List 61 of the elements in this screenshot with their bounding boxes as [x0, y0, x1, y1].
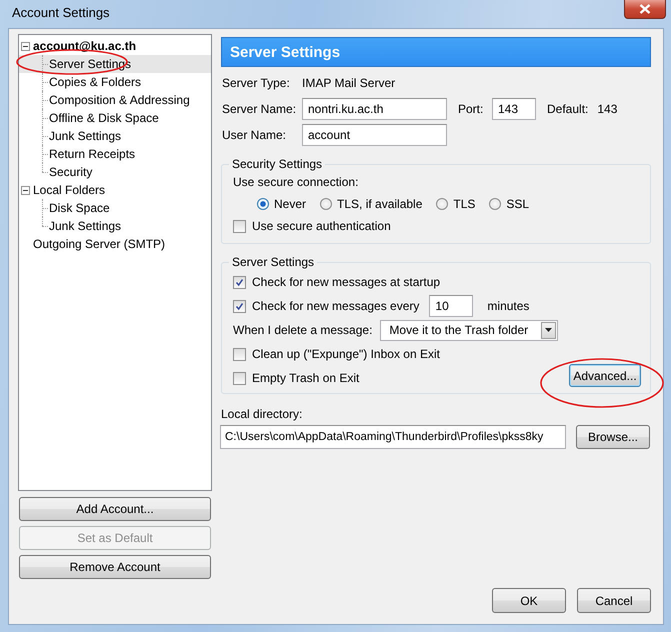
group-title: Server Settings — [231, 255, 316, 269]
tree-item[interactable]: Local Folders — [19, 181, 211, 199]
tree-item[interactable]: account@ku.ac.th — [19, 37, 211, 55]
panel-title: Server Settings — [230, 44, 340, 60]
minus-icon[interactable] — [21, 186, 30, 194]
group-title: Security Settings — [231, 157, 324, 171]
option-label: Use secure connection: — [233, 175, 360, 189]
checkbox-label: Empty Trash on Exit — [252, 371, 360, 385]
field-label: Server Name: — [222, 101, 298, 118]
checkbox-label: Check for new messages every — [252, 299, 420, 313]
tree-item[interactable]: Security — [19, 163, 211, 181]
advanced-button[interactable]: Advanced... — [569, 364, 641, 387]
tree-item[interactable]: Offline & Disk Space — [19, 109, 211, 127]
tree-item[interactable]: Copies & Folders — [19, 73, 211, 91]
checkbox[interactable] — [233, 276, 246, 288]
input-field[interactable]: 143 — [492, 98, 536, 120]
field-label: Port: — [458, 102, 484, 116]
input-field[interactable]: nontri.ku.ac.th — [302, 98, 447, 120]
field-label: Local directory: — [221, 407, 304, 421]
field-label: User Name: — [222, 127, 288, 144]
dialog-button[interactable]: OK — [492, 588, 566, 613]
radio-button[interactable] — [257, 198, 269, 210]
tree-item[interactable]: Disk Space — [19, 199, 211, 217]
radio-option[interactable]: SSL — [489, 197, 530, 211]
checkbox[interactable] — [233, 220, 246, 232]
account-button[interactable]: Add Account... — [19, 497, 211, 521]
tree-item[interactable]: Junk Settings — [19, 127, 211, 145]
tree-item[interactable]: Outgoing Server (SMTP) — [19, 235, 211, 253]
minus-icon[interactable] — [21, 42, 30, 50]
window-title: Account Settings — [12, 5, 110, 20]
radio-button[interactable] — [320, 198, 332, 210]
field-label: Default: — [547, 102, 588, 116]
dialog-button[interactable]: Cancel — [577, 588, 651, 613]
checkbox-label: Use secure authentication — [252, 219, 391, 233]
unit-label: minutes — [487, 299, 530, 313]
radio-option[interactable]: Never — [257, 197, 306, 211]
checkbox-label: Clean up ("Expunge") Inbox on Exit — [252, 347, 440, 361]
radio-button[interactable] — [436, 198, 448, 210]
default-port-value: 143 — [597, 102, 618, 116]
checkbox-label: Check for new messages at startup — [252, 275, 440, 289]
radio-option[interactable]: TLS, if available — [320, 197, 422, 211]
checkbox[interactable] — [233, 348, 246, 360]
server-type-value: IMAP Mail Server — [302, 75, 396, 92]
tree-item[interactable]: Junk Settings — [19, 217, 211, 235]
tree-item[interactable]: Return Receipts — [19, 145, 211, 163]
input-field[interactable]: C:\Users\com\AppData\Roaming\Thunderbird\Profiles\pkss8ky — [220, 425, 566, 449]
radio-option[interactable]: TLS — [436, 197, 476, 211]
checkbox[interactable] — [233, 372, 246, 384]
browse-button[interactable]: Browse... — [576, 425, 650, 449]
dropdown[interactable]: Move it to the Trash folder — [380, 320, 558, 340]
field-label: When I delete a message: — [233, 323, 372, 337]
account-button[interactable]: Remove Account — [19, 555, 211, 579]
field-label: Server Type: — [222, 75, 291, 92]
tree-item[interactable]: Composition & Addressing — [19, 91, 211, 109]
radio-button[interactable] — [489, 198, 502, 210]
close-icon — [639, 4, 651, 14]
input-field[interactable]: 10 — [429, 295, 474, 317]
checkbox[interactable] — [233, 300, 246, 312]
caret-icon — [545, 328, 552, 332]
input-field[interactable]: account — [302, 124, 447, 146]
close-button[interactable] — [624, 0, 666, 19]
